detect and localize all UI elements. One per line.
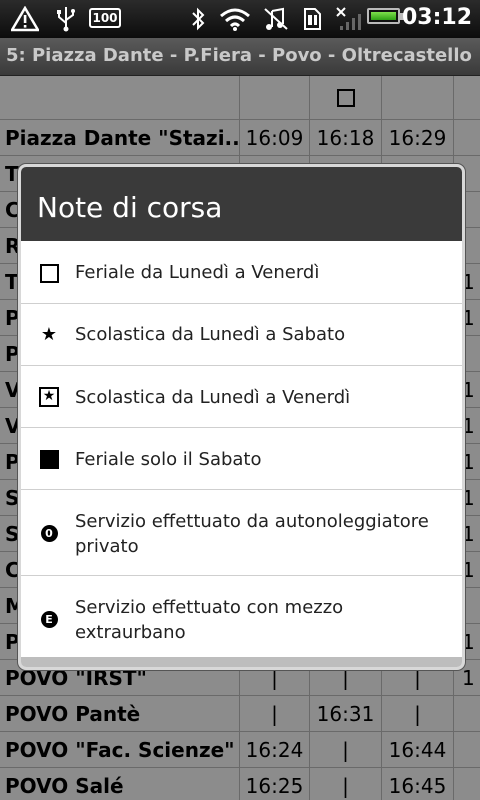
note-label: Scolastica da Lunedì a Venerdì [75,387,351,408]
bluetooth-icon [188,6,208,32]
dialog-title: Note di corsa [37,191,223,224]
battery-100-badge-icon: 100 [89,6,123,32]
dialog-header: Note di corsa [21,167,462,241]
note-option-private-operator[interactable]: 0 Servizio effettuato da autonoleggiator… [21,490,462,576]
empty-square-icon [39,263,59,283]
note-label: Feriale da Lunedì a Venerdì [75,262,320,283]
note-option-school-mon-sat[interactable]: ★ Scolastica da Lunedì a Sabato [21,304,462,366]
route-title: 5: Piazza Dante - P.Fiera - Povo - Oltre… [6,45,472,66]
boxed-star-icon: ★ [39,387,59,407]
no-signal-icon [334,6,362,32]
note-option-school-mon-fri[interactable]: ★ Scolastica da Lunedì a Venerdì [21,366,462,428]
note-label: Servizio effettuato con mezzo extraurban… [75,597,344,643]
sim-icon [300,6,324,32]
battery-level-badge: 100 [89,8,121,28]
circled-zero-icon: 0 [39,523,59,543]
status-bar: 100 03:12 [0,0,480,38]
note-option-extraurban[interactable]: E Servizio effettuato con mezzo extraurb… [21,576,462,662]
app-title-bar: 5: Piazza Dante - P.Fiera - Povo - Oltre… [0,38,480,76]
filled-square-icon [39,449,59,469]
wifi-icon [218,6,252,32]
note-option-weekday[interactable]: Feriale da Lunedì a Venerdì [21,241,462,304]
battery-icon [367,4,405,28]
note-label: Servizio effettuato da autonoleggiatore … [75,511,429,557]
usb-icon [54,6,78,32]
notes-dialog: Note di corsa Feriale da Lunedì a Venerd… [18,164,465,670]
circled-e-icon: E [39,609,59,629]
clock: 03:12 [401,5,472,30]
dialog-footer [21,657,462,667]
warning-icon [10,6,40,32]
note-label: Scolastica da Lunedì a Sabato [75,324,346,345]
music-off-icon [262,6,290,32]
star-icon: ★ [40,323,58,345]
note-label: Feriale solo il Sabato [75,449,262,470]
note-option-saturday[interactable]: Feriale solo il Sabato [21,428,462,490]
